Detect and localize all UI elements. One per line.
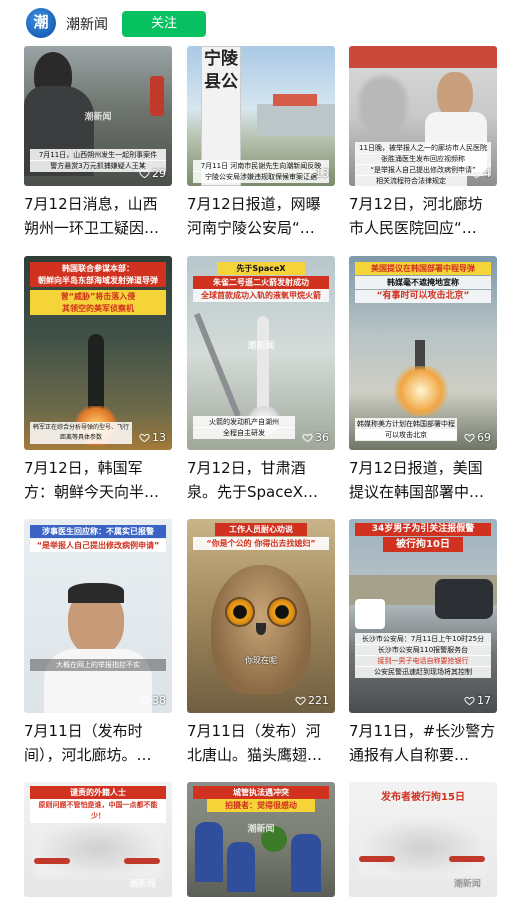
overlay-banner: 被行拘10日 [383, 537, 463, 552]
like-count-value: 29 [152, 167, 166, 180]
video-thumbnail[interactable]: 潮新闻 7月11日，山西朔州发生一起刑事案件 警方悬赏3万元抓捕嫌疑人王某 29 [24, 46, 172, 186]
video-title[interactable]: 7月12日，韩国军方：朝鲜今天向半… [24, 456, 172, 504]
overlay-banner: 其领空的美军侦察机 [30, 302, 166, 315]
overlay-banner: 全球首款成功入轨的液氧甲烷火箭 [193, 289, 329, 302]
avatar[interactable]: 潮 [26, 8, 56, 38]
overlay-banner: “有事时可以攻击北京” [355, 290, 491, 303]
overlay-banner: 涉事医生回应称：不属实已报警 [30, 525, 166, 538]
heart-icon [464, 433, 475, 443]
overlay-banner: 朝鲜向半岛东部海域发射弹道导弹 [30, 274, 166, 287]
like-count: 13 [302, 167, 329, 180]
like-count-value: 69 [477, 431, 491, 444]
like-count-value: 4 [484, 167, 491, 180]
video-thumbnail[interactable]: 美国提议在韩国部署中程导弹 韩媒毫不遮掩地宣称 “有事时可以攻击北京” 韩媒称美… [349, 256, 497, 450]
video-card[interactable]: 美国提议在韩国部署中程导弹 韩媒毫不遮掩地宣称 “有事时可以攻击北京” 韩媒称美… [349, 256, 497, 504]
like-count: 29 [139, 167, 166, 180]
video-thumbnail[interactable]: 城管执法遇冲突 拍摄者：觉得很感动 潮新闻 [187, 782, 335, 897]
watermark: 潮新闻 [247, 341, 275, 352]
video-thumbnail[interactable]: 发布者被行拘15日 潮新闻 [349, 782, 497, 897]
like-count-value: 36 [315, 431, 329, 444]
overlay-caption: 相关流程符合法律规定 [355, 175, 467, 186]
account-header: 潮 潮新闻 关注 [0, 0, 520, 46]
like-count-value: 38 [152, 694, 166, 707]
video-thumbnail[interactable]: 韩国联合参谋本部： 朝鲜向半岛东部海域发射弹道导弹 曾“威胁”将击落入侵 其领空… [24, 256, 172, 450]
video-title[interactable]: 7月11日，#长沙警方通报有人自称要… [349, 719, 497, 767]
video-card[interactable]: 涉事医生回应称：不属实已报警 “是举报人自己提出修改病例申请” 大概在网上的举报… [24, 519, 172, 767]
heart-icon [139, 696, 150, 706]
video-card[interactable]: 11日晚，被举报人之一的廊坊市人民医院 张胜涌医生发布回应视频称 “是举报人自己… [349, 46, 497, 240]
heart-icon [471, 169, 482, 179]
watermark: 潮新闻 [453, 879, 481, 890]
video-title[interactable]: 7月11日（发布）河北唐山。猫头鹰翅… [187, 719, 335, 767]
overlay-banner: 谴责的外籍人士 [30, 786, 166, 799]
overlay-caption: 公安民警迅速赶到现场将其控制 [355, 666, 491, 678]
video-card[interactable]: 宁陵县公 7月11日 河南市民谢先生向潮新闻反映 宁陵公安局涉嫌违规取保候审案证… [187, 46, 335, 240]
heart-icon [139, 433, 150, 443]
like-count-value: 13 [152, 431, 166, 444]
overlay-banner: 拍摄者：觉得很感动 [207, 799, 315, 812]
overlay-banner: 发布者被行拘15日 [381, 792, 465, 803]
heart-icon [302, 433, 313, 443]
video-thumbnail[interactable]: 34岁男子为引关注报假警 被行拘10日 长沙市公安局：7月11日上午10时25分… [349, 519, 497, 713]
overlay-caption: 全程自主研发 [193, 427, 295, 439]
video-card[interactable]: 工作人员耐心劝说 “你是个公的 你得出去找媳妇” 你现在呢 221 7月11日（… [187, 519, 335, 767]
like-count: 36 [302, 431, 329, 444]
overlay-banner: 工作人员耐心劝说 [215, 523, 307, 536]
overlay-banner: 先于SpaceX [217, 262, 305, 275]
like-count: 13 [139, 431, 166, 444]
overlay-banner: 城管执法遇冲突 [193, 786, 329, 799]
video-thumbnail[interactable]: 先于SpaceX 朱雀二号遥二火箭发射成功 全球首款成功入轨的液氧甲烷火箭 潮新… [187, 256, 335, 450]
like-count-value: 13 [315, 167, 329, 180]
overlay-banner: “你是个公的 你得出去找媳妇” [193, 537, 329, 550]
like-count-value: 17 [477, 694, 491, 707]
overlay-caption: 大概在网上的举报指控不实 [30, 659, 166, 671]
video-title[interactable]: 7月12日，甘肃酒泉。先于SpaceX… [187, 456, 335, 504]
watermark: 潮新闻 [247, 824, 275, 835]
video-card[interactable]: 34岁男子为引关注报假警 被行拘10日 长沙市公安局：7月11日上午10时25分… [349, 519, 497, 767]
video-card[interactable]: 潮新闻 7月11日，山西朔州发生一起刑事案件 警方悬赏3万元抓捕嫌疑人王某 29… [24, 46, 172, 240]
heart-icon [464, 696, 475, 706]
video-thumbnail[interactable]: 涉事医生回应称：不属实已报警 “是举报人自己提出修改病例申请” 大概在网上的举报… [24, 519, 172, 713]
video-thumbnail[interactable]: 11日晚，被举报人之一的廊坊市人民医院 张胜涌医生发布回应视频称 “是举报人自己… [349, 46, 497, 186]
overlay-banner: 朱雀二号遥二火箭发射成功 [193, 276, 329, 289]
account-name[interactable]: 潮新闻 [66, 14, 108, 34]
like-count: 38 [139, 694, 166, 707]
watermark: 潮新闻 [84, 112, 112, 123]
like-count: 69 [464, 431, 491, 444]
overlay-caption: 韩军正在综合分析导弹的型号、飞行距离等具体参数 [30, 422, 132, 444]
overlay-banner: 韩媒毫不遮掩地宣称 [355, 276, 491, 289]
overlay-banner: 美国提议在韩国部署中程导弹 [355, 262, 491, 275]
like-count-value: 221 [308, 694, 329, 707]
heart-icon [302, 169, 313, 179]
heart-icon [139, 169, 150, 179]
like-count: 4 [471, 167, 491, 180]
overlay-banner: 原则问题不管怕是谁，中国一点都不能少！ [30, 799, 166, 823]
video-card[interactable]: 韩国联合参谋本部： 朝鲜向半岛东部海域发射弹道导弹 曾“威胁”将击落入侵 其领空… [24, 256, 172, 504]
video-thumbnail[interactable]: 谴责的外籍人士 原则问题不管怕是谁，中国一点都不能少！ 潮新闻 [24, 782, 172, 897]
video-title[interactable]: 7月12日报道，网曝河南宁陵公安局“… [187, 192, 335, 240]
video-title[interactable]: 7月12日，河北廊坊市人民医院回应“… [349, 192, 497, 240]
video-card[interactable]: 谴责的外籍人士 原则问题不管怕是谁，中国一点都不能少！ 潮新闻 [24, 782, 172, 897]
video-thumbnail[interactable]: 宁陵县公 7月11日 河南市民谢先生向潮新闻反映 宁陵公安局涉嫌违规取保候审案证… [187, 46, 335, 186]
video-card[interactable]: 发布者被行拘15日 潮新闻 [349, 782, 497, 897]
like-count: 17 [464, 694, 491, 707]
follow-button[interactable]: 关注 [122, 11, 206, 37]
video-title[interactable]: 7月12日报道，美国提议在韩国部署中… [349, 456, 497, 504]
video-thumbnail[interactable]: 工作人员耐心劝说 “你是个公的 你得出去找媳妇” 你现在呢 221 [187, 519, 335, 713]
watermark: 潮新闻 [128, 879, 156, 890]
overlay-banner: 34岁男子为引关注报假警 [355, 523, 491, 536]
overlay-caption: 你现在呢 [245, 656, 277, 665]
video-title[interactable]: 7月11日（发布时间），河北廊坊。… [24, 719, 172, 767]
sign-text: 宁陵县公 [204, 49, 238, 92]
overlay-caption: 可以攻击北京 [355, 429, 457, 441]
overlay-banner: “是举报人自己提出修改病例申请” [30, 539, 166, 552]
like-count: 221 [295, 694, 329, 707]
heart-icon [295, 696, 306, 706]
avatar-text: 潮 [33, 13, 49, 31]
video-card[interactable]: 先于SpaceX 朱雀二号遥二火箭发射成功 全球首款成功入轨的液氧甲烷火箭 潮新… [187, 256, 335, 504]
video-card[interactable]: 城管执法遇冲突 拍摄者：觉得很感动 潮新闻 [187, 782, 335, 897]
video-title[interactable]: 7月12日消息，山西朔州一环卫工疑因… [24, 192, 172, 240]
